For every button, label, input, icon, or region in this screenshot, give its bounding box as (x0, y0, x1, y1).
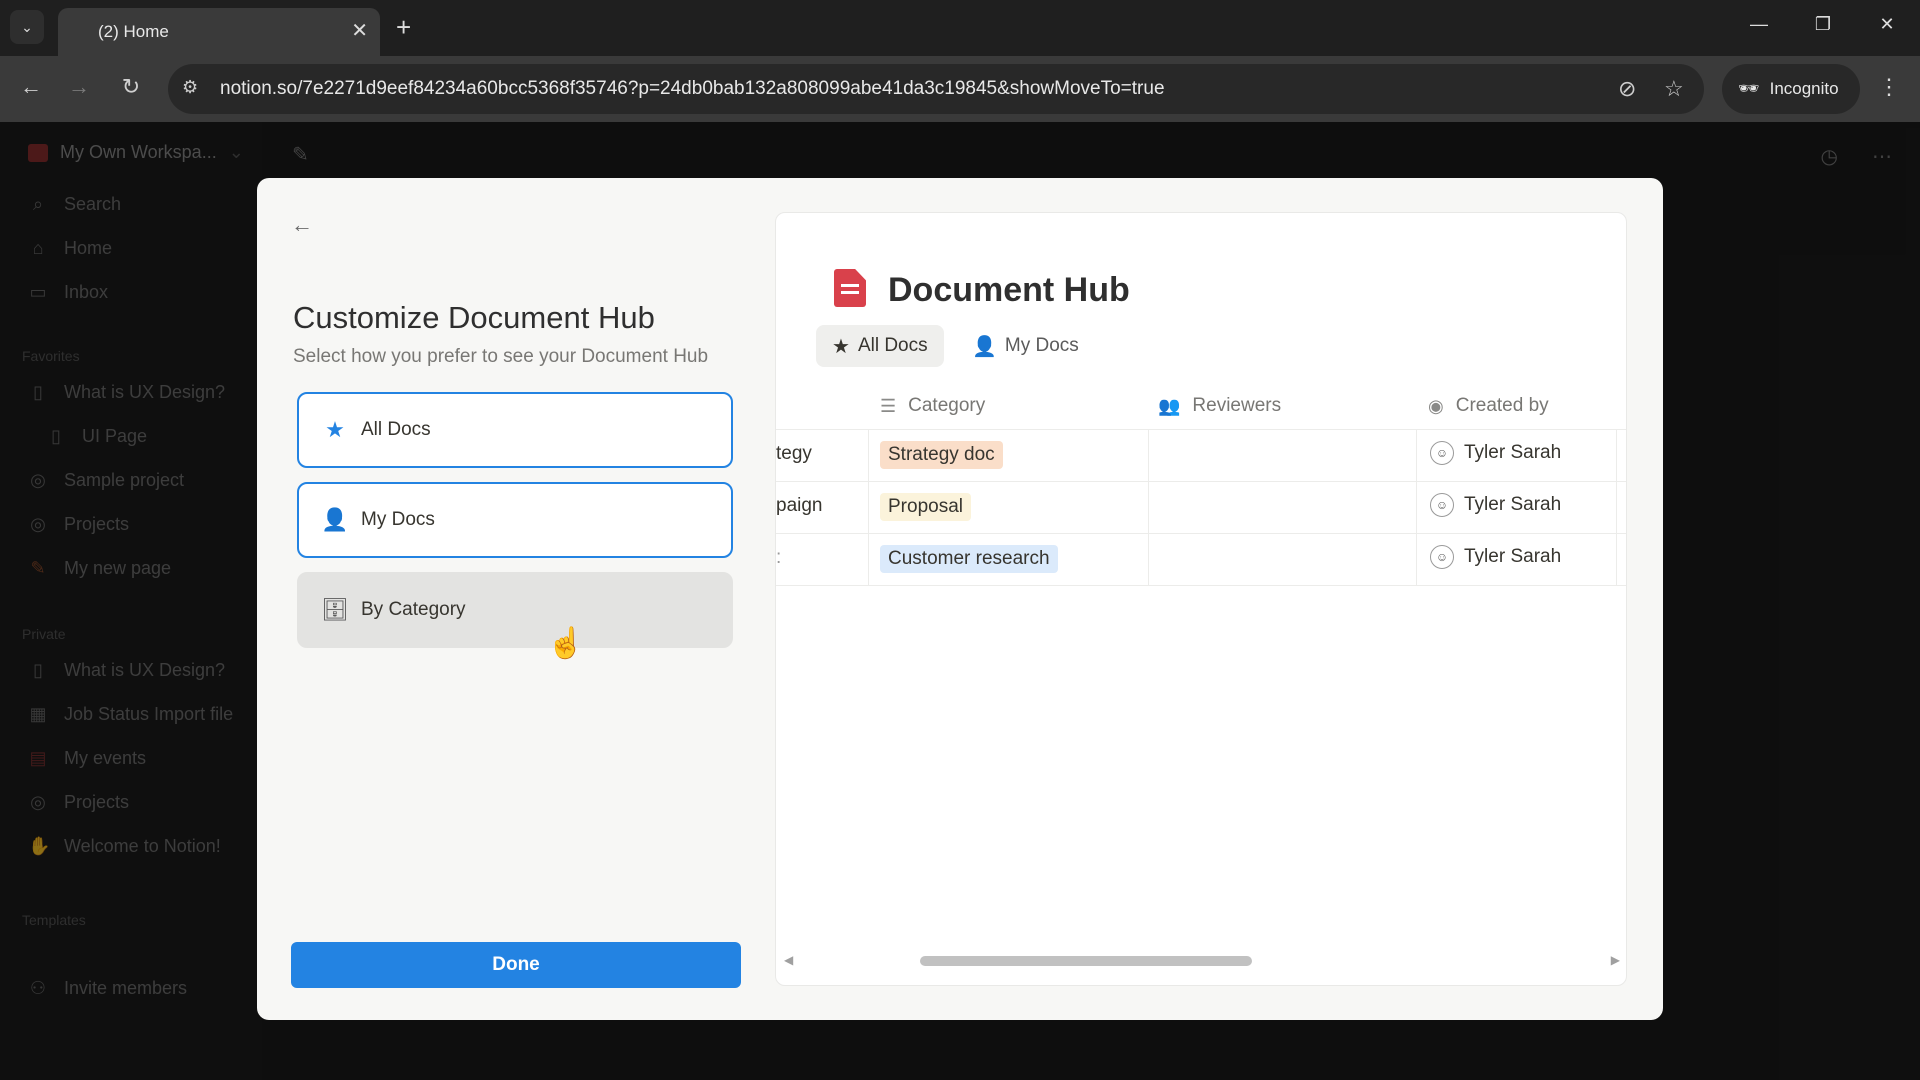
scrollbar-thumb[interactable] (920, 956, 1252, 966)
divider (1148, 429, 1149, 585)
person-icon: 👤 (321, 507, 349, 532)
people-icon: 👥 (1158, 395, 1181, 416)
avatar: ☺ (1430, 545, 1454, 569)
list-icon: ☰ (880, 395, 897, 416)
tab-search-dropdown-icon[interactable]: ⌄ (10, 10, 44, 44)
site-info-icon[interactable]: ⚙ (182, 77, 198, 98)
column-label: Reviewers (1192, 395, 1282, 416)
modal-subtitle: Select how you prefer to see your Docume… (293, 346, 709, 367)
archive-icon: 🗄 (321, 597, 349, 622)
incognito-badge[interactable]: 🕶 Incognito (1722, 64, 1860, 114)
user-circle-icon: ◉ (1428, 395, 1444, 416)
created-by-cell: ☺ Tyler Sarah (1430, 493, 1561, 517)
close-window-icon[interactable]: ✕ (1872, 14, 1902, 35)
tab-my-docs[interactable]: 👤 My Docs (956, 325, 1095, 367)
preview-title: Document Hub (888, 271, 1130, 309)
avatar: ☺ (1430, 493, 1454, 517)
scroll-left-icon[interactable]: ◀ (784, 953, 793, 967)
divider (776, 481, 1626, 482)
option-label: By Category (361, 599, 466, 620)
category-tag: Customer research (880, 545, 1058, 573)
category-tag: Strategy doc (880, 441, 1003, 469)
star-icon: ★ (325, 417, 345, 442)
modal-title: Customize Document Hub (293, 300, 655, 335)
avatar: ☺ (1430, 441, 1454, 465)
option-label: My Docs (361, 509, 435, 530)
new-tab-icon[interactable]: + (396, 12, 411, 42)
column-label: Created by (1455, 395, 1549, 416)
tab-label: My Docs (1004, 335, 1079, 356)
divider (868, 429, 869, 585)
scroll-right-icon[interactable]: ▶ (1611, 953, 1620, 967)
restore-icon[interactable]: ❐ (1808, 14, 1838, 35)
close-tab-icon[interactable]: ✕ (351, 18, 368, 43)
row-name: : (776, 547, 782, 568)
incognito-icon: 🕶 (1738, 79, 1760, 98)
browser-toolbar: ← → ↻ ⚙ notion.so/7e2271d9eef84234a60bcc… (0, 56, 1920, 122)
customize-modal: ← Customize Document Hub Select how you … (257, 178, 1663, 1020)
forward-icon[interactable]: → (64, 74, 94, 100)
url-text[interactable]: notion.so/7e2271d9eef84234a60bcc5368f357… (220, 78, 1165, 100)
divider (776, 429, 1626, 430)
option-all-docs[interactable]: ★ All Docs (297, 392, 733, 468)
person-icon: 👤 (972, 335, 997, 358)
document-hub-preview: Document Hub ★ All Docs 👤 My Docs ☰ Cate… (775, 212, 1627, 986)
divider (1416, 429, 1417, 585)
tab-all-docs[interactable]: ★ All Docs (816, 325, 944, 367)
divider (776, 585, 1626, 586)
divider (1616, 429, 1617, 585)
option-my-docs[interactable]: 👤 My Docs (297, 482, 733, 558)
creator-name: Tyler Sarah (1464, 494, 1562, 515)
row-name: paign (776, 495, 823, 516)
minimize-icon[interactable]: — (1744, 14, 1774, 35)
column-header-category[interactable]: ☰ Category (880, 395, 985, 417)
reload-icon[interactable]: ↻ (116, 74, 146, 100)
creator-name: Tyler Sarah (1464, 546, 1562, 567)
horizontal-scrollbar[interactable]: ◀ ▶ (784, 953, 1620, 967)
document-icon (834, 269, 866, 307)
browser-menu-icon[interactable]: ⋮ (1878, 74, 1900, 100)
browser-tab-title: (2) Home (98, 22, 169, 41)
column-header-reviewers[interactable]: 👥 Reviewers (1158, 395, 1281, 417)
tab-label: All Docs (857, 335, 928, 356)
star-icon: ★ (832, 335, 850, 358)
eye-off-icon[interactable]: ⊘ (1618, 76, 1636, 102)
divider (776, 533, 1626, 534)
column-label: Category (908, 395, 986, 416)
option-by-category[interactable]: 🗄 By Category (297, 572, 733, 648)
back-icon[interactable]: ← (16, 74, 46, 100)
category-tag: Proposal (880, 493, 971, 521)
browser-tab-bar: ⌄ (2) Home ✕ + — ❐ ✕ (0, 0, 1920, 56)
bookmark-star-icon[interactable]: ☆ (1664, 76, 1684, 102)
address-bar[interactable]: ⚙ notion.so/7e2271d9eef84234a60bcc5368f3… (168, 64, 1704, 114)
incognito-label: Incognito (1769, 79, 1839, 98)
pointer-cursor-icon: ☝ (547, 627, 585, 660)
created-by-cell: ☺ Tyler Sarah (1430, 441, 1561, 465)
row-name: tegy (776, 443, 812, 464)
browser-tab[interactable]: (2) Home ✕ (58, 8, 380, 56)
column-header-created-by[interactable]: ◉ Created by (1428, 395, 1549, 417)
created-by-cell: ☺ Tyler Sarah (1430, 545, 1561, 569)
creator-name: Tyler Sarah (1464, 442, 1562, 463)
done-button[interactable]: Done (291, 942, 741, 988)
option-label: All Docs (361, 419, 431, 440)
back-arrow-icon[interactable]: ← (291, 212, 313, 238)
